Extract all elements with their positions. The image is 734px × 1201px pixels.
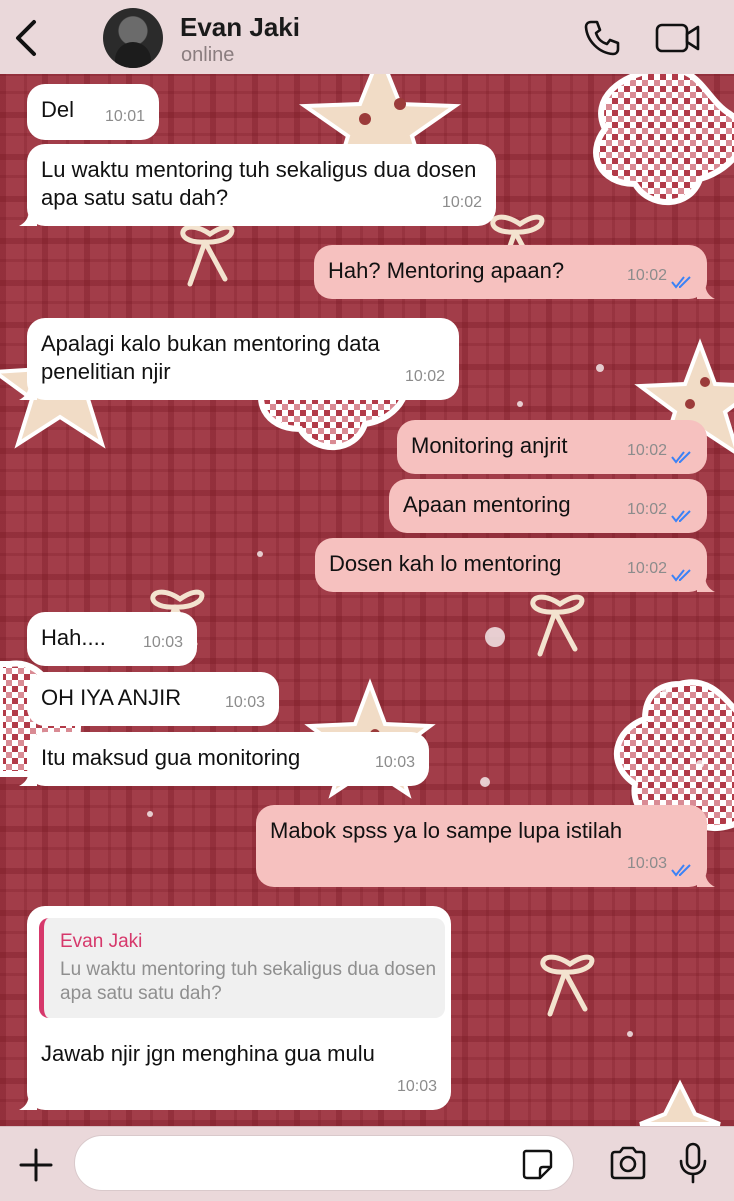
message-text: Jawab njir jgn menghina gua mulu (41, 1041, 375, 1066)
message-incoming[interactable]: Apalagi kalo bukan mentoring data peneli… (19, 318, 459, 400)
bubble-tail (19, 208, 37, 226)
video-camera-icon (655, 23, 700, 53)
message-incoming-reply[interactable]: Evan Jaki Lu waktu mentoring tuh sekalig… (19, 906, 451, 1110)
read-receipt-icon (671, 864, 691, 877)
message-text: Apalagi kalo bukan mentoring data peneli… (41, 331, 380, 384)
message-outgoing[interactable]: Dosen kah lo mentoring 10:02 (315, 538, 715, 592)
message-time: 10:02 (404, 368, 445, 385)
microphone-icon (679, 1142, 707, 1184)
read-receipt-icon (671, 510, 691, 523)
plus-icon (19, 1148, 53, 1182)
message-outgoing[interactable]: Mabok spss ya lo sampe lupa istilah 10:0… (256, 805, 715, 887)
message-text: Hah? Mentoring apaan? (328, 258, 565, 283)
message-input-bar (0, 1126, 734, 1201)
sticker-button[interactable] (520, 1147, 554, 1181)
message-input[interactable] (74, 1135, 574, 1191)
message-time: 10:02 (441, 194, 482, 211)
message-text: Mabok spss ya lo sampe lupa istilah (270, 818, 623, 843)
contact-status: online (181, 44, 235, 66)
bubble-tail (697, 574, 715, 592)
read-receipt-icon (671, 276, 691, 289)
message-time: 10:01 (104, 108, 145, 125)
quoted-message[interactable]: Evan Jaki Lu waktu mentoring tuh sekalig… (39, 918, 445, 1018)
quoted-author: Evan Jaki (60, 931, 143, 952)
read-receipt-icon (671, 451, 691, 464)
message-text: Del (41, 97, 75, 122)
bubble-tail (19, 1092, 37, 1110)
bubble-tail (697, 281, 715, 299)
message-time: 10:03 (396, 1078, 437, 1095)
message-incoming[interactable]: Itu maksud gua monitoring 10:03 (19, 732, 429, 786)
voice-call-button[interactable] (582, 18, 622, 58)
quoted-text: Lu waktu mentoring tuh sekaligus dua dos… (60, 959, 437, 1004)
message-text: Dosen kah lo mentoring (329, 551, 562, 576)
sticker-icon (522, 1149, 553, 1180)
message-text: OH IYA ANJIR (41, 685, 182, 710)
voice-message-button[interactable] (676, 1141, 710, 1185)
chat-header: Evan Jaki online (0, 0, 734, 75)
contact-avatar[interactable] (103, 8, 163, 68)
message-time: 10:02 (626, 267, 667, 284)
message-outgoing[interactable]: Apaan mentoring 10:02 (389, 479, 707, 533)
message-incoming[interactable]: Hah.... 10:03 (27, 612, 197, 666)
message-time: 10:03 (374, 754, 415, 771)
chevron-left-icon (16, 20, 36, 56)
contact-name[interactable]: Evan Jaki (180, 12, 300, 43)
message-time: 10:03 (626, 855, 667, 872)
message-incoming[interactable]: OH IYA ANJIR 10:03 (27, 672, 279, 726)
bubble-tail (19, 382, 37, 400)
message-time: 10:03 (224, 694, 265, 711)
message-time: 10:02 (626, 560, 667, 577)
attach-button[interactable] (16, 1145, 56, 1185)
bubble-tail (19, 768, 37, 786)
video-call-button[interactable] (654, 20, 702, 56)
back-button[interactable] (8, 16, 48, 60)
message-outgoing[interactable]: Hah? Mentoring apaan? 10:02 (314, 245, 715, 299)
message-incoming[interactable]: Lu waktu mentoring tuh sekaligus dua dos… (19, 144, 496, 226)
message-incoming[interactable]: Del 10:01 (27, 84, 159, 140)
message-text: Monitoring anjrit (411, 433, 568, 458)
message-text: Lu waktu mentoring tuh sekaligus dua dos… (41, 157, 477, 210)
phone-icon (584, 20, 620, 56)
message-outgoing[interactable]: Monitoring anjrit 10:02 (397, 420, 707, 474)
read-receipt-icon (671, 569, 691, 582)
message-text: Itu maksud gua monitoring (41, 745, 301, 770)
message-time: 10:02 (626, 442, 667, 459)
message-text: Apaan mentoring (403, 492, 571, 517)
message-time: 10:03 (142, 634, 183, 651)
message-time: 10:02 (626, 501, 667, 518)
bubble-tail (697, 869, 715, 887)
message-text: Hah.... (41, 625, 106, 650)
camera-button[interactable] (608, 1145, 648, 1181)
camera-icon (610, 1146, 646, 1180)
